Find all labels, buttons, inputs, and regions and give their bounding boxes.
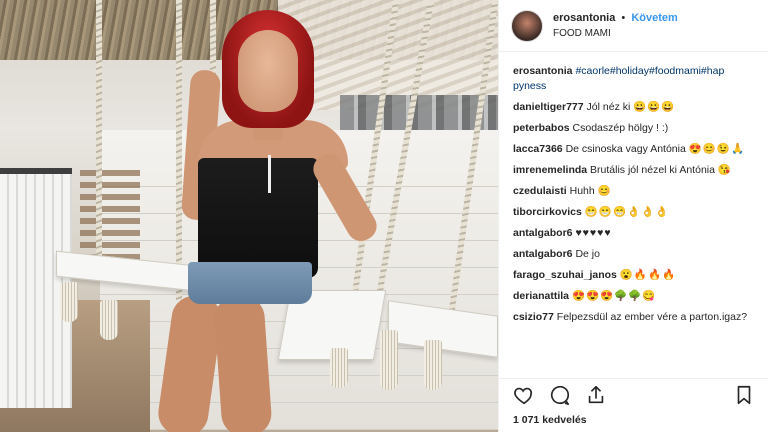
comment-emoji: 😀😀😀 [633, 101, 676, 113]
swing-rope [96, 0, 102, 270]
post-photo[interactable] [0, 0, 498, 432]
comment-emoji: 😁😁😁👌👌👌 [584, 206, 670, 218]
comment-username[interactable]: imrenemelinda [513, 164, 587, 176]
comment-text: Felpezsdül az ember vére a parton.igaz? [556, 311, 748, 323]
comment-text: Brutális jól nézel ki Antónia [590, 164, 715, 176]
header-separator: • [621, 11, 626, 24]
comment-row: imrenemelinda Brutális jól nézel ki Antó… [513, 163, 756, 178]
person-leg [213, 294, 273, 432]
comment-emoji: 😍😍😍🌳🌳😋 [571, 290, 657, 302]
comment-username[interactable]: peterbabos [513, 122, 570, 134]
person-necklace [268, 155, 271, 193]
action-bar [499, 378, 768, 410]
comment-emoji: 😊 [597, 185, 612, 197]
comment-row: peterbabos Csodaszép hölgy ! :) [513, 121, 756, 136]
swing-tassel [100, 300, 118, 340]
comments-list[interactable]: erosantonia #caorle#holiday#foodmami#hap… [499, 52, 768, 384]
comment-row: tiborcirkovics 😁😁😁👌👌👌 [513, 205, 756, 220]
comment-text: De jo [575, 248, 600, 260]
comment-row: lacca7366 De csinoska vagy Antónia 😍😊😉🙏 [513, 142, 756, 157]
comment-row: antalgabor6 ♥♥♥♥♥ [513, 226, 756, 241]
comment-username[interactable]: antalgabor6 [513, 227, 573, 239]
comment-username[interactable]: antalgabor6 [513, 248, 573, 260]
comment-emoji: 😍😊😉🙏 [688, 143, 746, 155]
comment-username[interactable]: derianattila [513, 290, 569, 302]
comment-username[interactable]: danieltiger777 [513, 101, 584, 113]
comment-username[interactable]: czedulaisti [513, 185, 567, 197]
photo-chair [80, 170, 140, 260]
swing-tassel [330, 348, 348, 388]
header-text: erosantonia • Követem FOOD MAMI [553, 11, 678, 41]
heart-icon[interactable] [513, 384, 535, 406]
post-header: erosantonia • Követem FOOD MAMI [499, 0, 768, 52]
comment-row: farago_szuhai_janos 😮🔥🔥🔥 [513, 268, 756, 283]
person-shorts [188, 262, 312, 304]
swing-tassel [60, 282, 78, 322]
comment-icon[interactable] [549, 384, 571, 406]
location-link[interactable]: FOOD MAMI [553, 26, 678, 41]
comment-username[interactable]: tiborcirkovics [513, 206, 582, 218]
comment-text: De csinoska vagy Antónia [565, 143, 686, 155]
header-username[interactable]: erosantonia [553, 12, 615, 24]
bookmark-icon[interactable] [733, 384, 755, 406]
swing-tassel [380, 330, 398, 390]
comment-text: Csodaszép hölgy ! :) [572, 122, 669, 134]
share-icon[interactable] [585, 384, 607, 406]
avatar[interactable] [511, 9, 543, 42]
comment-username[interactable]: farago_szuhai_janos [513, 269, 617, 281]
comment-row: danieltiger777 Jól néz ki 😀😀😀 [513, 100, 756, 115]
comment-row: antalgabor6 De jo [513, 247, 756, 262]
likes-count[interactable]: 1 071 kedvelés [513, 414, 587, 426]
comment-row: czedulaisti Huhh 😊 [513, 184, 756, 199]
person-top [198, 158, 318, 278]
post-side-panel: erosantonia • Követem FOOD MAMI erosanto… [498, 0, 768, 432]
swing-rope [176, 0, 182, 300]
comment-text: Jól néz ki [586, 101, 631, 113]
comment-username[interactable]: lacca7366 [513, 143, 563, 155]
comment-emoji: ♥♥♥♥♥ [575, 227, 612, 239]
comment-username[interactable]: csizio77 [513, 311, 554, 323]
comment-emoji: 😘 [717, 164, 732, 176]
comment-emoji: 😮🔥🔥🔥 [619, 269, 677, 281]
comment-row: csizio77 Felpezsdül az ember vére a part… [513, 310, 756, 325]
swing-tassel [424, 340, 442, 390]
instagram-post: erosantonia • Követem FOOD MAMI erosanto… [0, 0, 768, 432]
comment-row: derianattila 😍😍😍🌳🌳😋 [513, 289, 756, 304]
caption-username[interactable]: erosantonia [513, 65, 573, 77]
person-face [238, 30, 298, 112]
follow-button[interactable]: Követem [631, 12, 677, 24]
comment-rows: danieltiger777 Jól néz ki 😀😀😀 peterbabos … [513, 100, 756, 325]
comment-text: Huhh [569, 185, 595, 197]
caption: erosantonia #caorle#holiday#foodmami#hap… [513, 64, 756, 94]
